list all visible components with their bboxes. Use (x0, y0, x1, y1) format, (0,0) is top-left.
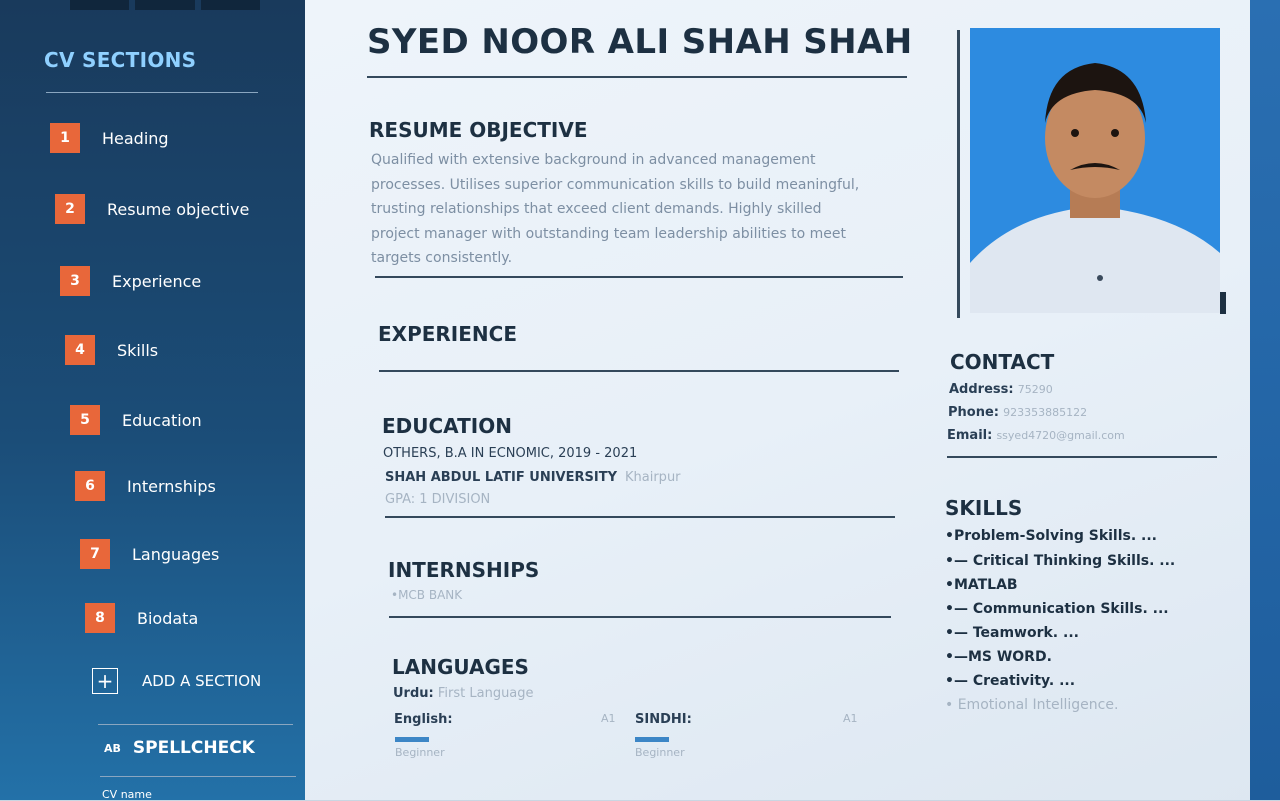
address-label: Address: (949, 382, 1014, 397)
right-panel-edge (1250, 0, 1280, 800)
spellcheck-label: SPELLCHECK (132, 738, 255, 758)
add-section-button[interactable]: + ADD A SECTION (92, 668, 261, 694)
sidebar-item-skills[interactable]: 4 Skills (65, 334, 158, 366)
section-number-badge: 3 (60, 266, 90, 296)
divider (98, 724, 293, 725)
sidebar-top-tabs (70, 0, 260, 10)
photo-frame-line (957, 30, 960, 318)
objective-heading[interactable]: RESUME OBJECTIVE (369, 118, 588, 142)
divider (947, 456, 1217, 458)
divider (46, 92, 258, 93)
sidebar-item-label: Biodata (137, 608, 199, 628)
spellcheck-button[interactable]: AB SPELLCHECK (104, 738, 255, 758)
profile-photo-image (970, 28, 1220, 313)
language-sindhi-level: Beginner (635, 746, 685, 759)
language-sindhi-label[interactable]: SINDHI: (635, 712, 692, 727)
languages-heading[interactable]: LANGUAGES (392, 655, 529, 679)
divider (367, 76, 907, 78)
sidebar-item-heading[interactable]: 1 Heading (50, 122, 169, 154)
language-urdu[interactable]: Urdu: First Language (393, 686, 534, 701)
sidebar-item-biodata[interactable]: 8 Biodata (85, 602, 198, 634)
address-value: 75290 (1017, 383, 1053, 396)
section-number-badge: 1 (50, 123, 80, 153)
language-sindhi-level-bar (635, 737, 669, 742)
section-number-badge: 5 (70, 405, 100, 435)
candidate-name[interactable]: SYED NOOR ALI SHAH SHAH (367, 22, 913, 62)
education-degree[interactable]: OTHERS, B.A IN ECNOMIC, 2019 - 2021 (383, 446, 637, 461)
objective-line: trusting relationships that exceed clien… (371, 201, 822, 217)
sidebar-item-internships[interactable]: 6 Internships (75, 470, 216, 502)
sidebar-item-label: Resume objective (107, 199, 250, 219)
divider (100, 776, 296, 777)
education-city: Khairpur (625, 470, 681, 485)
education-gpa: GPA: 1 DIVISION (385, 492, 491, 507)
plus-icon: + (92, 668, 118, 694)
experience-heading[interactable]: EXPERIENCE (378, 322, 517, 346)
skill-item[interactable]: •—MS WORD. (945, 649, 1052, 665)
language-english-level: Beginner (395, 746, 445, 759)
sidebar-item-label: Languages (132, 544, 220, 564)
language-english-level-bar (395, 737, 429, 742)
add-section-label: ADD A SECTION (142, 672, 262, 690)
internships-heading[interactable]: INTERNSHIPS (388, 558, 539, 582)
skill-item[interactable]: •MATLAB (945, 577, 1018, 593)
sidebar-item-label: Internships (127, 476, 216, 496)
objective-line: Qualified with extensive background in a… (371, 152, 816, 168)
section-number-badge: 6 (75, 471, 105, 501)
skill-item[interactable]: •— Teamwork. ... (945, 625, 1079, 641)
contact-heading[interactable]: CONTACT (950, 350, 1054, 374)
section-number-badge: 2 (55, 194, 85, 224)
sidebar-item-label: Experience (112, 271, 202, 291)
divider (389, 616, 891, 618)
education-school[interactable]: SHAH ABDUL LATIF UNIVERSITY (385, 470, 617, 485)
language-name: Urdu: (393, 686, 434, 701)
skill-item[interactable]: •— Creativity. ... (945, 673, 1075, 689)
skill-item[interactable]: •— Critical Thinking Skills. ... (945, 553, 1175, 569)
contact-email[interactable]: Email: ssyed4720@gmail.com (947, 428, 1125, 443)
sidebar: CV SECTIONS 1 Heading 2 Resume objective… (0, 0, 310, 801)
language-level: First Language (437, 686, 534, 701)
divider (379, 370, 899, 372)
profile-photo[interactable] (970, 28, 1220, 313)
language-sindhi-code: A1 (843, 712, 858, 725)
sidebar-item-label: Heading (102, 128, 169, 148)
skill-item[interactable]: •— Communication Skills. ... (945, 601, 1169, 617)
phone-value: 923353885122 (1003, 406, 1088, 419)
email-value: ssyed4720@gmail.com (996, 429, 1125, 442)
objective-text[interactable]: Qualified with extensive background in a… (371, 148, 931, 271)
divider (375, 276, 903, 278)
objective-line: targets consistently. (371, 250, 513, 266)
sidebar-item-label: Education (122, 410, 202, 430)
section-number-badge: 7 (80, 539, 110, 569)
language-english-label[interactable]: English: (394, 712, 453, 727)
phone-label: Phone: (948, 405, 999, 420)
sidebar-item-resume-objective[interactable]: 2 Resume objective (55, 193, 249, 225)
language-english-code: A1 (601, 712, 616, 725)
skills-heading[interactable]: SKILLS (945, 496, 1022, 520)
sidebar-item-experience[interactable]: 3 Experience (60, 265, 201, 297)
cv-name-label: CV name (102, 788, 152, 801)
section-number-badge: 4 (65, 335, 95, 365)
internship-item[interactable]: •MCB BANK (391, 588, 462, 602)
photo-frame-corner (1220, 292, 1226, 314)
spellcheck-icon: AB (104, 741, 121, 755)
sidebar-item-education[interactable]: 5 Education (70, 404, 202, 436)
skill-item[interactable]: •Problem-Solving Skills. ... (945, 528, 1157, 544)
contact-phone[interactable]: Phone: 923353885122 (948, 405, 1087, 420)
education-heading[interactable]: EDUCATION (382, 414, 512, 438)
section-number-badge: 8 (85, 603, 115, 633)
email-label: Email: (947, 428, 993, 443)
sidebar-item-languages[interactable]: 7 Languages (80, 538, 219, 570)
objective-line: processes. Utilises superior communicati… (371, 176, 860, 193)
skill-item[interactable]: • Emotional Intelligence. (945, 697, 1118, 713)
sidebar-item-label: Skills (117, 340, 159, 360)
contact-address[interactable]: Address: 75290 (949, 382, 1053, 397)
objective-line: project manager with outstanding team le… (371, 225, 846, 242)
resume-preview: SYED NOOR ALI SHAH SHAH RESUME OBJECTIVE… (305, 0, 1280, 800)
divider (385, 516, 895, 518)
sidebar-title: CV SECTIONS (44, 48, 197, 72)
